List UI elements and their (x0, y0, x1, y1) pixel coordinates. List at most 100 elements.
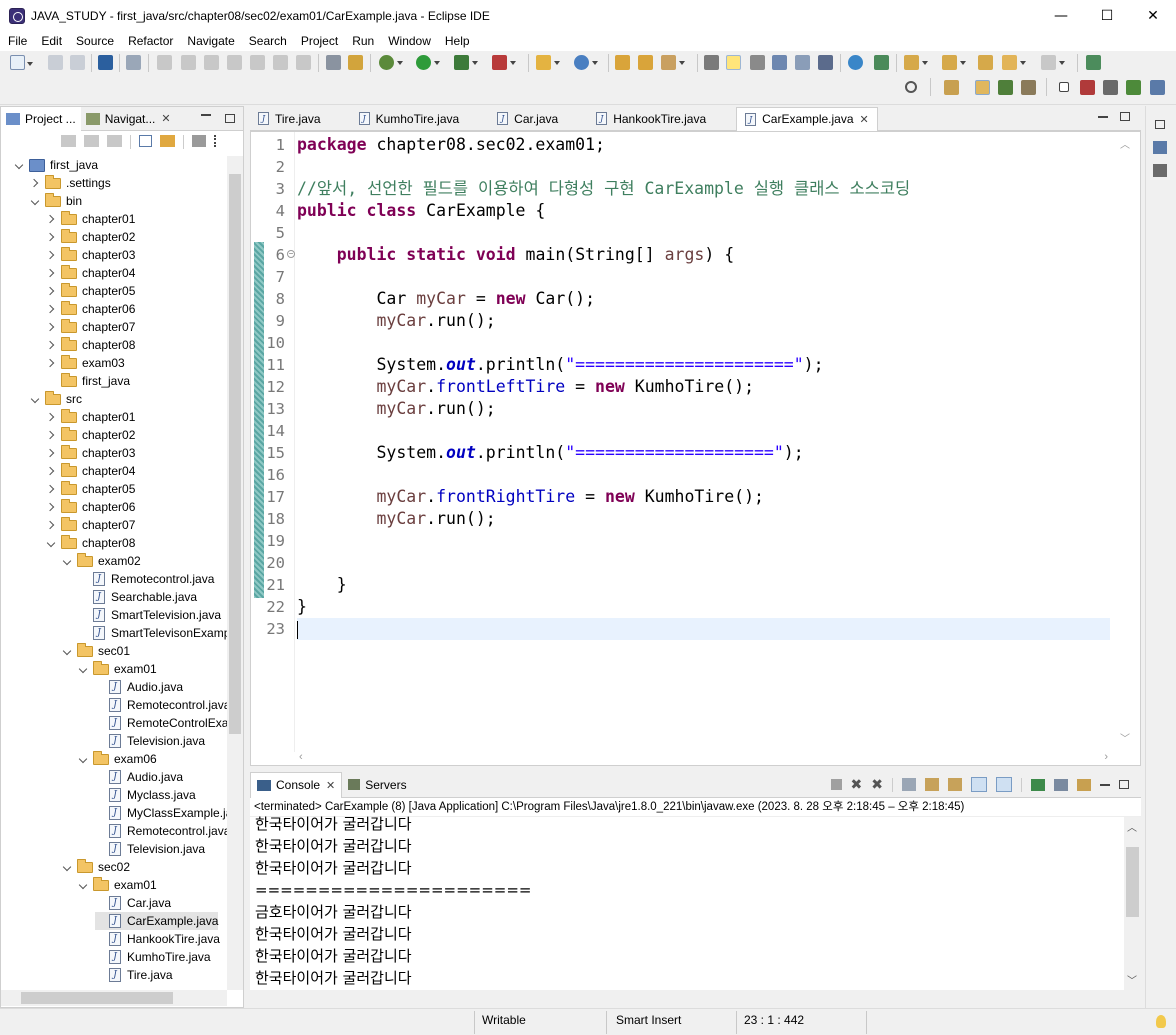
tree-item-folder[interactable]: src (31, 390, 82, 408)
collapsed-chevron-icon[interactable] (47, 322, 57, 332)
coverage-icon[interactable] (454, 55, 478, 70)
collapsed-chevron-icon[interactable] (47, 214, 57, 224)
tree-item-folder[interactable]: chapter01 (47, 210, 135, 228)
tree-item-folder[interactable]: exam03 (47, 354, 125, 372)
clear-console-icon[interactable] (902, 778, 916, 791)
open-console-icon[interactable] (1077, 778, 1091, 791)
close-tab-icon[interactable]: ✕ (161, 112, 170, 125)
save-all-icon[interactable] (70, 55, 85, 70)
back-icon[interactable] (61, 135, 76, 147)
tree-item-folder[interactable]: exam01 (79, 660, 157, 678)
show-whitespace-icon[interactable] (795, 55, 810, 70)
editor-vertical-scrollbar[interactable]: ︿ ﹀ (1111, 132, 1140, 752)
step-return-icon[interactable] (296, 55, 311, 70)
remove-all-launches-icon[interactable]: ✖ (871, 776, 883, 793)
tree-item-folder[interactable]: chapter05 (47, 480, 135, 498)
debug-icon[interactable] (379, 55, 403, 70)
collapsed-chevron-icon[interactable] (47, 340, 57, 350)
new-java-class-icon[interactable] (574, 55, 598, 70)
java-perspective-icon[interactable] (1021, 80, 1036, 95)
minimize-console-icon[interactable] (1100, 783, 1110, 786)
tree-item-java-file[interactable]: J Myclass.java (95, 786, 196, 804)
new-icon[interactable] (10, 55, 33, 70)
collapsed-chevron-icon[interactable] (47, 466, 57, 476)
tree-item-java-file[interactable]: J Car.java (95, 894, 171, 912)
menu-source[interactable]: Source (69, 34, 121, 48)
tree-item-java-file[interactable]: J Television.java (95, 732, 205, 750)
tab-console[interactable]: Console ✕ (250, 771, 343, 798)
scroll-left-icon[interactable]: ‹ (299, 751, 303, 763)
tree-item-folder[interactable]: chapter05 (47, 282, 135, 300)
scroll-lock-icon[interactable] (925, 778, 939, 791)
task-list-icon[interactable] (1080, 80, 1095, 95)
expanded-chevron-icon[interactable] (63, 556, 73, 566)
pilcrow-icon[interactable] (818, 55, 833, 70)
maximize-editor-icon[interactable] (1120, 112, 1130, 121)
search-tool-icon[interactable] (661, 55, 685, 70)
menu-window[interactable]: Window (381, 34, 438, 48)
tree-item-java-file[interactable]: J Television.java (95, 840, 205, 858)
fold-collapse-icon[interactable]: − (287, 250, 295, 258)
tree-item-folder[interactable]: sec02 (63, 858, 130, 876)
back-arrow-icon[interactable] (1002, 55, 1026, 70)
tab-project-explorer[interactable]: Project ... (1, 106, 81, 131)
tree-item-java-file[interactable]: J Remotecontrol.java (95, 696, 227, 714)
collapsed-chevron-icon[interactable] (47, 358, 57, 368)
tree-item-folder[interactable]: chapter01 (47, 408, 135, 426)
focus-task-icon[interactable] (192, 135, 206, 147)
scroll-up-icon[interactable]: ︿ (1127, 819, 1137, 834)
tree-item-java-file[interactable]: J Remotecontrol.java (95, 822, 227, 840)
open-task-icon[interactable] (638, 55, 653, 70)
code-area[interactable]: package chapter08.sec02.exam01; //앞서, 선언한… (297, 132, 1110, 752)
open-perspective-icon[interactable] (944, 80, 959, 95)
tree-item-folder[interactable]: exam06 (79, 750, 157, 768)
terminate-console-icon[interactable] (830, 779, 842, 790)
scrollbar-thumb[interactable] (21, 992, 173, 1004)
new-java-project-icon[interactable] (536, 55, 560, 70)
tree-item-folder[interactable]: chapter07 (47, 318, 135, 336)
console-horizontal-scrollbar[interactable] (250, 990, 1141, 1006)
collapsed-chevron-icon[interactable] (31, 178, 41, 188)
collapsed-chevron-icon[interactable] (47, 286, 57, 296)
tree-item-java-file[interactable]: J CarExample.java (95, 912, 219, 930)
restore-view-icon[interactable] (1155, 120, 1165, 129)
run-icon[interactable] (416, 55, 440, 70)
tree-item-java-file[interactable]: J SmartTelevisonExamp (79, 624, 227, 642)
use-step-filters-icon[interactable] (326, 55, 341, 70)
tree-item-java-file[interactable]: J KumhoTire.java (95, 948, 211, 966)
save-icon[interactable] (48, 55, 63, 70)
mark-occurrences-icon[interactable] (726, 55, 741, 70)
tree-item-folder[interactable]: chapter04 (47, 264, 135, 282)
tab-navigator[interactable]: Navigat... ✕ (81, 107, 176, 131)
tree-item-java-file[interactable]: J RemoteControlExar (95, 714, 227, 732)
tree-item-java-file[interactable]: J Searchable.java (79, 588, 197, 606)
up-icon[interactable] (107, 135, 122, 147)
hierarchy-icon[interactable] (1126, 80, 1141, 95)
tree-item-folder[interactable]: chapter07 (47, 516, 135, 534)
tree-item-folder[interactable]: chapter08 (47, 534, 135, 552)
expanded-chevron-icon[interactable] (63, 862, 73, 872)
tree-item-folder[interactable]: exam02 (63, 552, 141, 570)
tree-item-folder[interactable]: chapter02 (47, 228, 135, 246)
scrollbar-thumb[interactable] (1126, 847, 1139, 917)
restore-icon[interactable] (1059, 82, 1069, 92)
next-annotation-icon[interactable] (904, 55, 928, 70)
expanded-chevron-icon[interactable] (79, 664, 89, 674)
close-button[interactable]: ✕ (1130, 0, 1176, 31)
expanded-chevron-icon[interactable] (79, 880, 89, 890)
menu-file[interactable]: File (1, 34, 34, 48)
show-on-error-icon[interactable] (996, 777, 1012, 792)
task-view-icon[interactable] (1153, 164, 1167, 177)
collapsed-chevron-icon[interactable] (47, 448, 57, 458)
tree-item-folder[interactable]: sec01 (63, 642, 130, 660)
show-on-output-icon[interactable] (971, 777, 987, 792)
editor-tab[interactable]: J Tire.java (250, 107, 329, 131)
word-wrap-icon[interactable] (948, 778, 962, 791)
tree-item-folder[interactable]: chapter03 (47, 246, 135, 264)
tab-servers[interactable]: Servers (342, 772, 412, 798)
console-output[interactable]: ︿ ﹀ 한국타이어가 굴러갑니다 한국타이어가 굴러갑니다 한국타이어가 굴러갑니다… (250, 815, 1141, 991)
tree-item-java-file[interactable]: J Audio.java (95, 768, 183, 786)
collapse-all-icon[interactable] (139, 135, 152, 147)
tree-item-folder[interactable]: first_java (47, 372, 130, 390)
collapsed-chevron-icon[interactable] (47, 304, 57, 314)
